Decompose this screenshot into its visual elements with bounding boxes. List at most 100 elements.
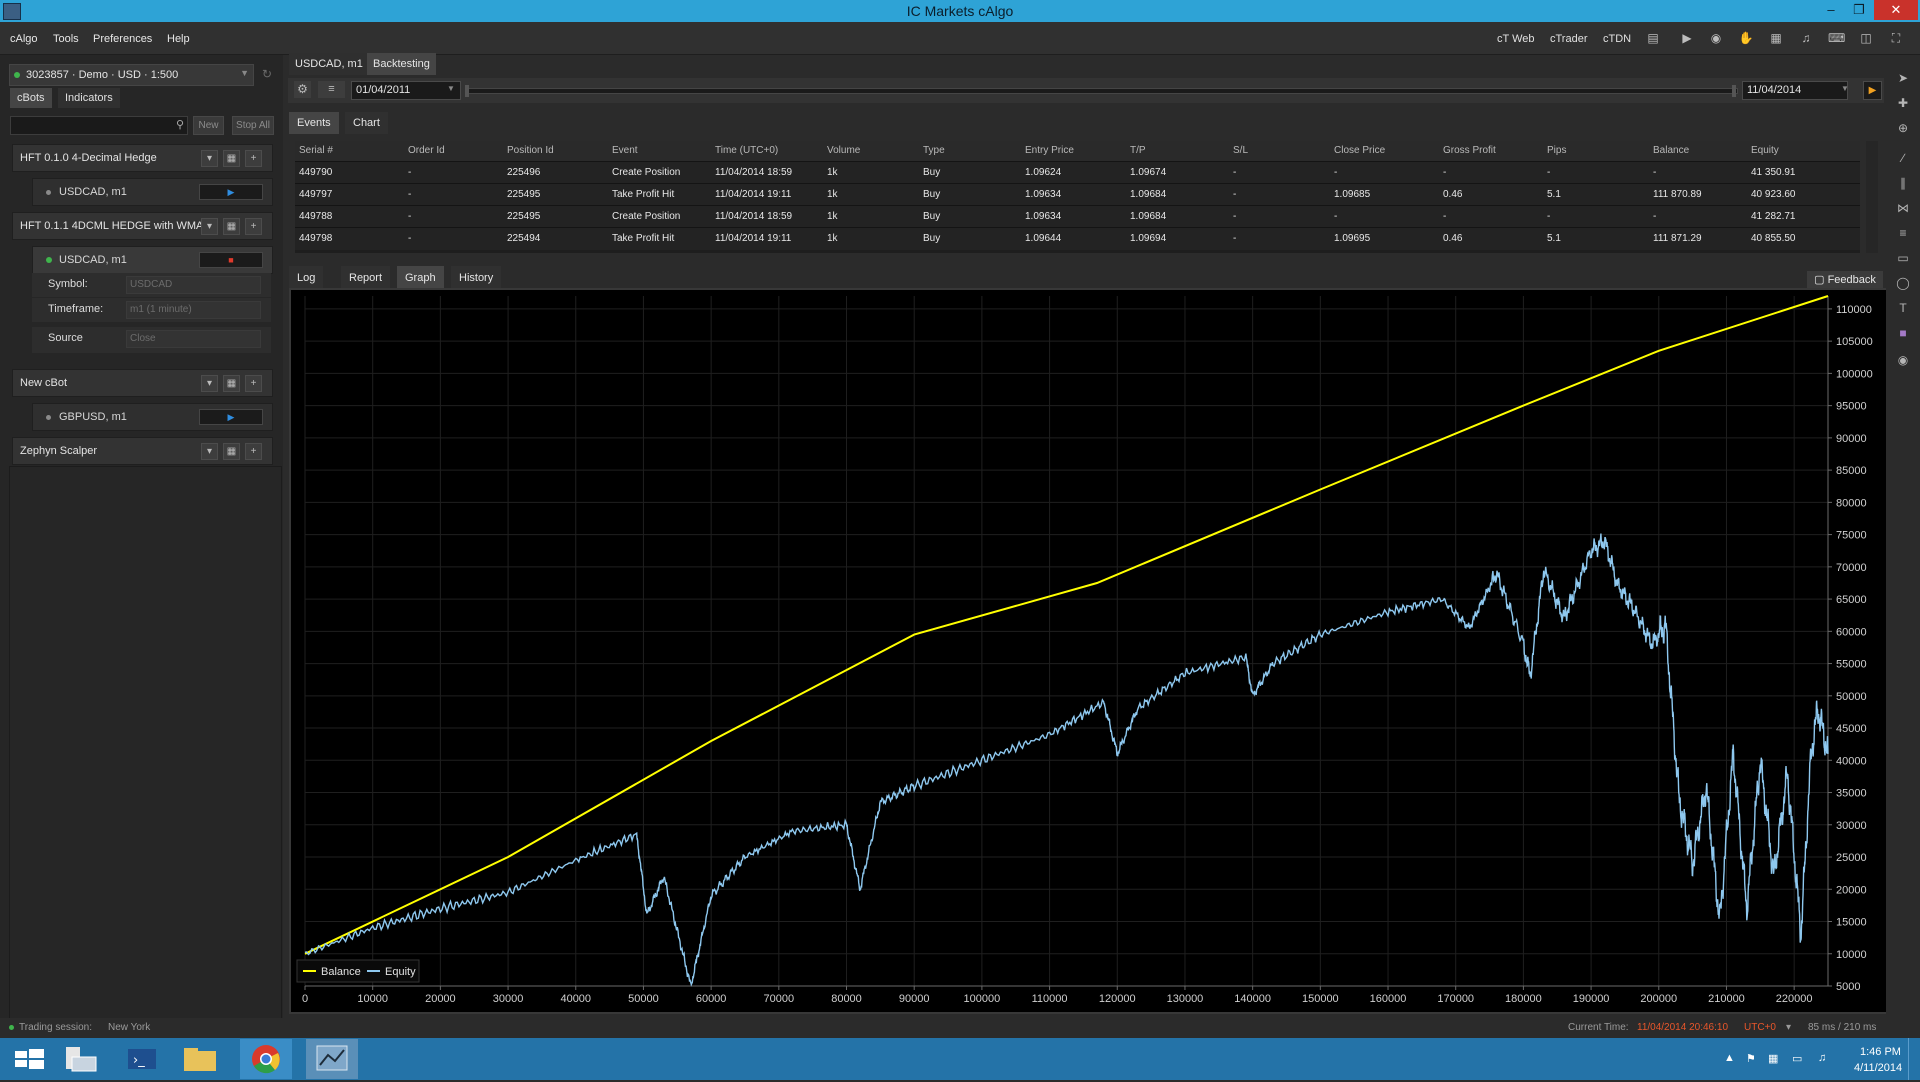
ellipse-icon[interactable]: ◯	[1895, 275, 1911, 291]
video-icon[interactable]: ▶	[1679, 30, 1695, 46]
cbot-row[interactable]: Zephyn Scalper ▾ ▦ +	[12, 437, 273, 465]
tab-events[interactable]: Events	[289, 112, 339, 134]
fibonacci-icon[interactable]: ≡	[1895, 225, 1911, 241]
tab-report[interactable]: Report	[341, 266, 391, 290]
hand-icon[interactable]: ✋	[1738, 30, 1754, 46]
play-button[interactable]: ▶	[199, 184, 263, 200]
table-row[interactable]: 449790 - 225496 Create Position 11/04/2014 1…	[295, 161, 1860, 184]
column-header[interactable]: Serial #	[299, 145, 333, 156]
stop-all-button[interactable]: Stop All	[232, 116, 274, 135]
crosshair-icon[interactable]: ✚	[1895, 95, 1911, 111]
source-field[interactable]: Close	[126, 330, 261, 348]
refresh-icon[interactable]: ↻	[262, 67, 272, 81]
tray-volume-icon[interactable]: ♫	[1818, 1052, 1826, 1064]
calgo-taskbar-icon[interactable]	[306, 1039, 358, 1079]
table-row[interactable]: 449797 - 225495 Take Profit Hit 11/04/2014 1…	[295, 183, 1860, 206]
column-header[interactable]: T/P	[1130, 145, 1146, 156]
rectangle-icon[interactable]: ▭	[1895, 250, 1911, 266]
zoom-icon[interactable]: ⊕	[1895, 120, 1911, 136]
column-header[interactable]: Position Id	[507, 145, 554, 156]
sliders-icon[interactable]: ≡	[318, 81, 345, 98]
dropdown-icon[interactable]: ▾	[201, 150, 218, 167]
tray-flag-icon[interactable]: ⚑	[1746, 1052, 1756, 1065]
column-header[interactable]: Order Id	[408, 145, 445, 156]
column-header[interactable]: Close Price	[1334, 145, 1385, 156]
cbot-row[interactable]: New cBot ▾ ▦ +	[12, 369, 273, 397]
tab-graph[interactable]: Graph	[397, 266, 444, 290]
column-header[interactable]: Entry Price	[1025, 145, 1074, 156]
table-row[interactable]: 449788 - 225495 Create Position 11/04/2014 1…	[295, 205, 1860, 228]
menu-preferences[interactable]: Preferences	[93, 33, 152, 45]
clock-time[interactable]: 1:46 PM	[1860, 1046, 1901, 1058]
column-header[interactable]: Pips	[1547, 145, 1566, 156]
settings-icon[interactable]: ▦	[223, 443, 240, 460]
tray-up-arrow-icon[interactable]: ▲	[1724, 1052, 1735, 1064]
add-instance-icon[interactable]: +	[245, 218, 262, 235]
menu-calgo[interactable]: cAlgo	[10, 33, 38, 45]
close-button[interactable]: ✕	[1874, 0, 1918, 20]
tab-cbots[interactable]: cBots	[10, 88, 52, 108]
tab-indicators[interactable]: Indicators	[58, 88, 120, 108]
column-header[interactable]: Balance	[1653, 145, 1689, 156]
add-instance-icon[interactable]: +	[245, 150, 262, 167]
minimize-button[interactable]: –	[1818, 0, 1844, 20]
stop-button[interactable]: ■	[199, 252, 263, 268]
start-button[interactable]	[4, 1039, 56, 1079]
timeframe-field[interactable]: m1 (1 minute)	[126, 301, 261, 319]
menu-tools[interactable]: Tools	[53, 33, 79, 45]
tab-chart-usdcad[interactable]: USDCAD, m1	[289, 53, 369, 75]
file-explorer-icon[interactable]	[174, 1039, 226, 1079]
dropdown-icon[interactable]: ▾	[201, 218, 218, 235]
server-manager-icon[interactable]	[58, 1039, 110, 1079]
cbot-row[interactable]: HFT 0.1.1 4DCML HEDGE with WMA ▾ ▦ +	[12, 212, 273, 240]
start-date-field[interactable]: 01/04/2011	[351, 81, 461, 100]
date-range-slider[interactable]	[468, 88, 1738, 94]
instance-row[interactable]: GBPUSD, m1 ▶	[32, 403, 273, 431]
column-header[interactable]: Type	[923, 145, 945, 156]
show-desktop-button[interactable]	[1908, 1038, 1920, 1080]
trendline-icon[interactable]: ∕	[1895, 150, 1911, 166]
settings-icon[interactable]: ▦	[223, 150, 240, 167]
dropdown-icon[interactable]: ▾	[201, 375, 218, 392]
sound-icon[interactable]: ♫	[1798, 30, 1814, 46]
gear-icon[interactable]: ⚙	[294, 81, 311, 98]
instance-row-selected[interactable]: USDCAD, m1 ■	[32, 246, 273, 274]
column-header[interactable]: Equity	[1751, 145, 1779, 156]
table-row[interactable]: 449798 - 225494 Take Profit Hit 11/04/2014 1…	[295, 227, 1860, 250]
powershell-icon[interactable]: ›_	[116, 1039, 168, 1079]
symbol-field[interactable]: USDCAD	[126, 276, 261, 294]
tray-display-icon[interactable]: ▭	[1792, 1052, 1802, 1065]
document-icon[interactable]: ▤	[1645, 30, 1661, 46]
account-selector[interactable]: 3023857 · Demo · USD · 1:500 ▼	[9, 64, 254, 86]
dropdown-icon[interactable]: ▾	[201, 443, 218, 460]
ctweb-link[interactable]: cT Web	[1497, 33, 1535, 45]
menu-help[interactable]: Help	[167, 33, 190, 45]
channel-icon[interactable]: ∥	[1895, 175, 1911, 191]
instance-row[interactable]: USDCAD, m1 ▶	[32, 178, 273, 206]
play-button[interactable]: ▶	[199, 409, 263, 425]
tray-network-icon[interactable]: ▦	[1768, 1052, 1778, 1065]
play-backtest-button[interactable]: ▶	[1863, 81, 1882, 100]
keyboard-icon[interactable]: ⌨	[1828, 30, 1845, 46]
new-button[interactable]: New	[193, 116, 224, 135]
ctdn-link[interactable]: cTDN	[1603, 33, 1631, 45]
headset-icon[interactable]: ◉	[1708, 30, 1724, 46]
chrome-icon[interactable]	[240, 1039, 292, 1079]
end-date-field[interactable]: 11/04/2014	[1742, 81, 1848, 100]
settings-icon[interactable]: ▦	[223, 375, 240, 392]
search-input[interactable]: ⚲	[10, 116, 188, 135]
cbot-row[interactable]: HFT 0.1.0 4-Decimal Hedge ▾ ▦ +	[12, 144, 273, 172]
column-header[interactable]: S/L	[1233, 145, 1248, 156]
camera-icon[interactable]: ◉	[1895, 352, 1911, 368]
tab-log[interactable]: Log	[289, 266, 324, 290]
clock-date[interactable]: 4/11/2014	[1854, 1062, 1902, 1074]
slider-handle-end[interactable]	[1732, 85, 1736, 97]
layout-icon[interactable]: ◫	[1858, 30, 1874, 46]
ctrader-link[interactable]: cTrader	[1550, 33, 1588, 45]
tab-backtesting[interactable]: Backtesting	[367, 53, 436, 75]
column-header[interactable]: Time (UTC+0)	[715, 145, 778, 156]
cursor-icon[interactable]: ➤	[1895, 70, 1911, 86]
events-scrollbar[interactable]	[1866, 141, 1878, 253]
color-icon[interactable]: ■	[1895, 325, 1911, 341]
column-header[interactable]: Event	[612, 145, 638, 156]
